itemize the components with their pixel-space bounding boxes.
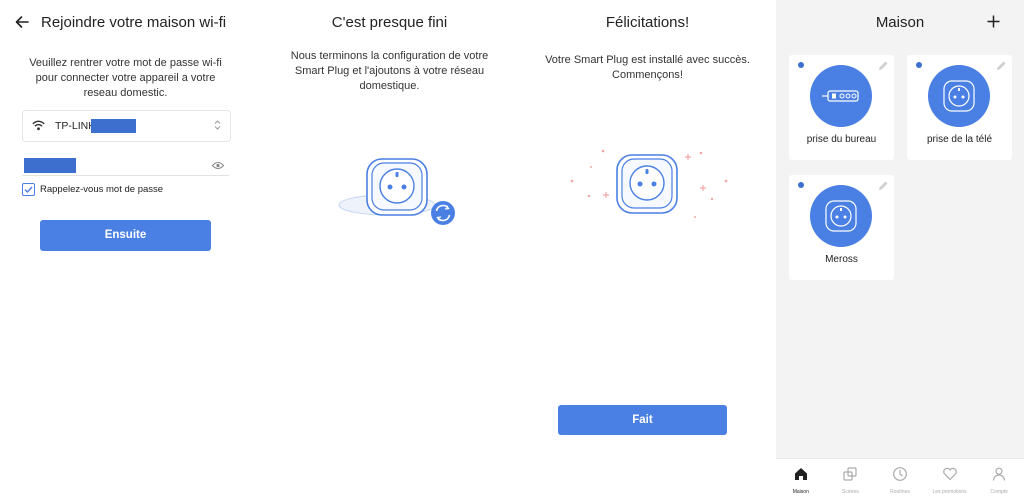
setup-progress-screen: C'est presque fini Nous terminons la con… xyxy=(262,0,517,499)
scenes-icon xyxy=(843,467,857,481)
online-status-dot xyxy=(798,182,804,188)
plus-icon[interactable] xyxy=(987,15,1000,28)
online-status-dot xyxy=(916,62,922,68)
setup-title: C'est presque fini xyxy=(331,14,448,31)
home-screen: Maison prise du bureau prise de la télé … xyxy=(776,0,1024,499)
home-icon xyxy=(794,468,807,480)
tab-label: Maison xyxy=(792,489,809,495)
device-card[interactable]: prise de la télé xyxy=(907,55,1012,160)
next-button[interactable]: Ensuite xyxy=(40,220,211,251)
setup-message: Nous terminons la configuration de votre… xyxy=(290,50,489,92)
checkmark-icon xyxy=(24,186,33,194)
network-name: TP-LINK xyxy=(55,120,96,132)
edit-pencil-icon[interactable] xyxy=(995,60,1007,72)
smart-plug-icon xyxy=(825,200,857,232)
bottom-tab-bar: Maison Scènes Routines Les promotions Co… xyxy=(776,458,1024,499)
password-field[interactable] xyxy=(22,155,229,175)
smart-plug-sync-illustration xyxy=(338,158,455,225)
remember-checkbox[interactable] xyxy=(22,183,35,196)
back-arrow-icon[interactable] xyxy=(12,12,32,32)
remember-label: Rappelez-vous mot de passe xyxy=(40,184,164,195)
device-icon-circle xyxy=(810,185,872,247)
edit-pencil-icon[interactable] xyxy=(877,60,889,72)
tab-label: Compte xyxy=(990,489,1008,495)
tab-label: Scènes xyxy=(842,489,859,495)
tab-promotions[interactable]: Les promotions xyxy=(925,459,975,499)
setup-complete-screen: Félicitations! Votre Smart Plug est inst… xyxy=(520,0,775,499)
device-name: prise de la télé xyxy=(926,134,993,145)
edit-pencil-icon[interactable] xyxy=(877,180,889,192)
person-icon xyxy=(993,467,1006,481)
eye-icon[interactable] xyxy=(212,161,224,170)
power-strip-icon xyxy=(822,90,859,102)
device-icon-circle xyxy=(810,65,872,127)
tab-label: Routines xyxy=(890,489,910,495)
tab-account[interactable]: Compte xyxy=(974,459,1024,499)
device-name: prise du bureau xyxy=(806,134,877,145)
device-card[interactable]: Meross xyxy=(789,175,894,280)
smart-plug-icon xyxy=(943,80,975,112)
page-title: Rejoindre votre maison wi-fi xyxy=(41,14,227,31)
clock-icon xyxy=(893,467,907,481)
device-icon-circle xyxy=(928,65,990,127)
tab-label: Les promotions xyxy=(932,489,967,495)
heart-icon xyxy=(942,467,957,481)
success-title: Félicitations! xyxy=(605,14,690,31)
device-name: Meross xyxy=(825,254,858,265)
chevron-updown-icon xyxy=(214,120,221,130)
wifi-icon xyxy=(32,120,45,131)
done-button[interactable]: Fait xyxy=(558,405,727,435)
online-status-dot xyxy=(798,62,804,68)
wifi-instructions: Veuillez rentrer votre mot de passe wi-f… xyxy=(29,57,222,99)
smart-plug-success-illustration xyxy=(570,149,728,218)
tab-routines[interactable]: Routines xyxy=(875,459,925,499)
wifi-join-screen: Rejoindre votre maison wi-fi Veuillez re… xyxy=(0,0,250,499)
redacted-password xyxy=(24,158,76,173)
redacted-network-suffix xyxy=(91,119,136,133)
network-select[interactable]: TP-LINK xyxy=(22,110,231,142)
device-card[interactable]: prise du bureau xyxy=(789,55,894,160)
password-underline xyxy=(22,175,229,176)
tab-scenes[interactable]: Scènes xyxy=(826,459,876,499)
success-message: Votre Smart Plug est installé avec succè… xyxy=(545,54,750,81)
tab-home[interactable]: Maison xyxy=(776,459,826,499)
